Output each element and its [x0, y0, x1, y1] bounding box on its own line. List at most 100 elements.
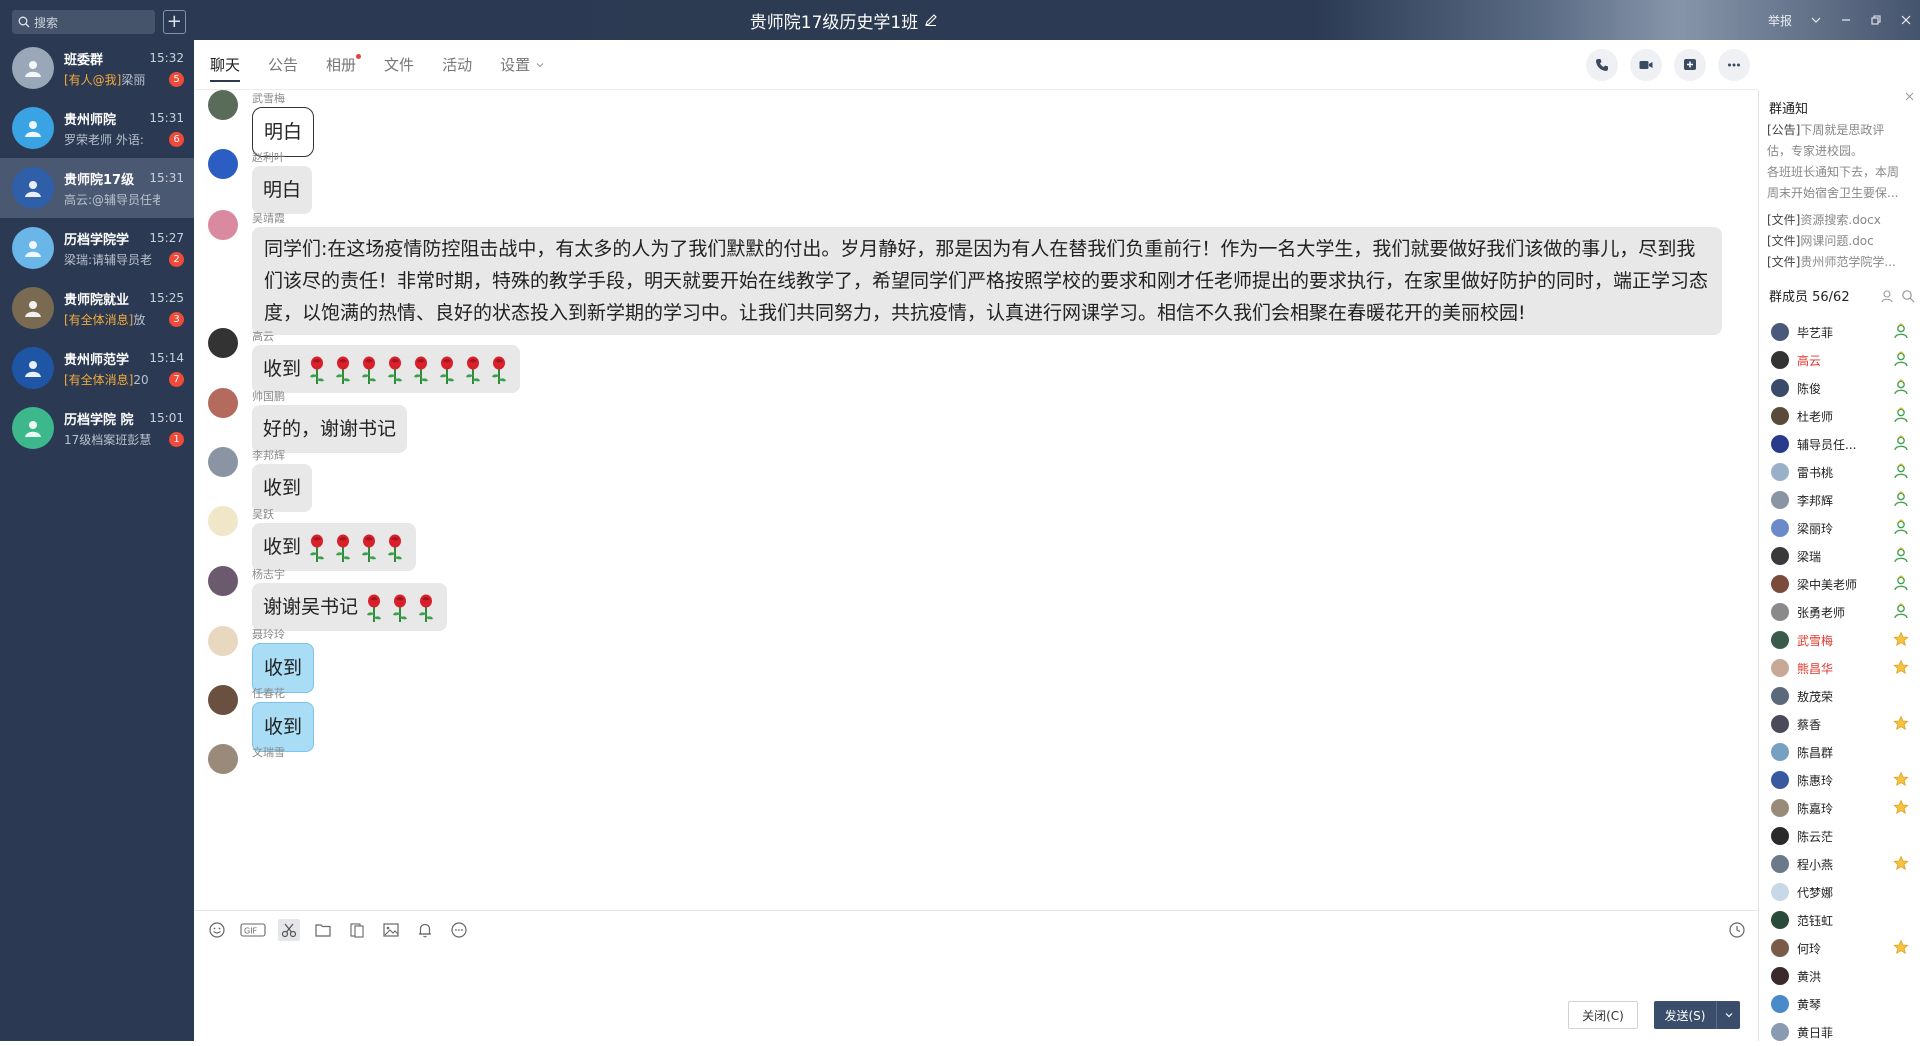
- screenshot-button[interactable]: [278, 919, 300, 941]
- restore-icon[interactable]: [1870, 14, 1882, 26]
- notice-file[interactable]: [文件]网课问题.doc: [1767, 231, 1915, 252]
- member-item[interactable]: 熊昌华: [1759, 654, 1920, 682]
- collapse-panel-button[interactable]: [1905, 90, 1914, 104]
- member-item[interactable]: 辅导员任...: [1759, 430, 1920, 458]
- sender-avatar[interactable]: [208, 210, 238, 240]
- sender-avatar[interactable]: [208, 447, 238, 477]
- tab-activity[interactable]: 活动: [442, 40, 472, 90]
- close-icon[interactable]: [1900, 14, 1912, 26]
- sender-avatar[interactable]: [208, 744, 238, 774]
- sender-avatar[interactable]: [208, 566, 238, 596]
- conversation-item[interactable]: 历档学院 院 15:01 17级档案班彭慧 1: [0, 398, 194, 458]
- member-item[interactable]: 何玲: [1759, 934, 1920, 962]
- member-list[interactable]: 毕艺菲 高云 陈俊 杜老师 辅导员任... 雷书桃 李邦辉 梁丽玲 梁瑞 梁中美…: [1759, 318, 1920, 1046]
- more-button[interactable]: [1718, 49, 1750, 81]
- sender-name[interactable]: 吴跃: [252, 506, 274, 522]
- tab-album[interactable]: 相册: [326, 40, 362, 90]
- message-bubble[interactable]: 收到: [252, 523, 417, 571]
- file-button[interactable]: [312, 919, 334, 941]
- sender-avatar[interactable]: [208, 685, 238, 715]
- member-item[interactable]: 陈俊: [1759, 374, 1920, 402]
- add-app-button[interactable]: [1674, 49, 1706, 81]
- notice-file[interactable]: [文件]贵州师范学院学...: [1767, 252, 1915, 273]
- close-button[interactable]: 关闭(C): [1568, 1001, 1638, 1029]
- tab-files[interactable]: 文件: [384, 40, 414, 90]
- member-item[interactable]: 代梦娜: [1759, 878, 1920, 906]
- notice-file[interactable]: [文件]资源搜索.docx: [1767, 210, 1915, 231]
- member-item[interactable]: 梁瑞: [1759, 542, 1920, 570]
- more-tools-button[interactable]: [448, 919, 470, 941]
- sender-avatar[interactable]: [208, 626, 238, 656]
- member-item[interactable]: 陈云茫: [1759, 822, 1920, 850]
- member-item[interactable]: 张勇老师: [1759, 598, 1920, 626]
- sender-name[interactable]: 帅国鹏: [252, 388, 285, 404]
- member-item[interactable]: 李邦辉: [1759, 486, 1920, 514]
- sender-avatar[interactable]: [208, 149, 238, 179]
- sender-name[interactable]: 吴靖霞: [252, 210, 285, 226]
- tab-settings[interactable]: 设置: [500, 40, 545, 90]
- member-item[interactable]: 陈昌群: [1759, 738, 1920, 766]
- member-item[interactable]: 高云: [1759, 346, 1920, 374]
- member-item[interactable]: 程小燕: [1759, 850, 1920, 878]
- member-item[interactable]: 毕艺菲: [1759, 318, 1920, 346]
- member-item[interactable]: 武雪梅: [1759, 626, 1920, 654]
- member-item[interactable]: 梁中美老师: [1759, 570, 1920, 598]
- add-button[interactable]: +: [162, 10, 186, 34]
- member-item[interactable]: 敖茂荣: [1759, 682, 1920, 710]
- member-item[interactable]: 蔡香: [1759, 710, 1920, 738]
- sender-name[interactable]: 杨志宇: [252, 566, 285, 582]
- sender-name[interactable]: 任春花: [252, 685, 285, 701]
- sender-avatar[interactable]: [208, 328, 238, 358]
- member-item[interactable]: 黄日菲: [1759, 1018, 1920, 1046]
- message-bubble[interactable]: 好的，谢谢书记: [252, 405, 408, 453]
- sender-name[interactable]: 文瑞雪: [252, 744, 285, 760]
- send-button[interactable]: 发送(S): [1654, 1001, 1740, 1029]
- member-item[interactable]: 陈惠玲: [1759, 766, 1920, 794]
- member-item[interactable]: 陈嘉玲: [1759, 794, 1920, 822]
- message-bubble[interactable]: 同学们:在这场疫情防控阻击战中，有太多的人为了我们默默的付出。岁月静好，那是因为…: [252, 227, 1722, 335]
- video-call-button[interactable]: [1630, 49, 1662, 81]
- invite-member-icon[interactable]: [1881, 289, 1895, 303]
- notify-button[interactable]: [414, 919, 436, 941]
- tab-chat[interactable]: 聊天: [210, 40, 241, 90]
- member-item[interactable]: 黄洪: [1759, 962, 1920, 990]
- conversation-item[interactable]: 历档学院学 15:27 梁瑞:请辅导员老 2: [0, 218, 194, 278]
- sender-name[interactable]: 赵利叶: [252, 149, 285, 165]
- tab-announcement[interactable]: 公告: [268, 40, 298, 90]
- message-history-button[interactable]: [1728, 921, 1746, 943]
- gif-button[interactable]: GIF: [240, 919, 266, 941]
- member-item[interactable]: 杜老师: [1759, 402, 1920, 430]
- member-item[interactable]: 范钰虹: [1759, 906, 1920, 934]
- conversation-item[interactable]: 班委群 15:32 [有人@我]梁丽 5: [0, 38, 194, 98]
- sender-name[interactable]: 李邦辉: [252, 447, 285, 463]
- message-list[interactable]: 武雪梅 明白 赵利叶 明白 吴靖霞 同学们:在这场疫情防控阻击战中，有太多的人为…: [194, 90, 1758, 910]
- member-item[interactable]: 黄琴: [1759, 990, 1920, 1018]
- message-bubble[interactable]: 明白: [252, 166, 313, 214]
- sender-name[interactable]: 高云: [252, 328, 274, 344]
- sender-name[interactable]: 聂玲玲: [252, 626, 285, 642]
- screen-share-button[interactable]: [346, 919, 368, 941]
- voice-call-button[interactable]: [1586, 49, 1618, 81]
- report-button[interactable]: 举报: [1768, 12, 1792, 29]
- message-bubble[interactable]: 收到: [252, 464, 313, 512]
- chevron-down-icon[interactable]: [1810, 14, 1822, 26]
- notice-body[interactable]: [公告]下周就是思政评 估，专家进校园。 各班班长通知下去，本周 周末开始宿舍卫…: [1767, 120, 1915, 273]
- conversation-item[interactable]: 贵师院17级 15:31 高云:@辅导员任老师: [0, 158, 194, 218]
- sender-avatar[interactable]: [208, 388, 238, 418]
- sender-avatar[interactable]: [208, 90, 238, 120]
- message-bubble[interactable]: 谢谢吴书记: [252, 583, 448, 631]
- conversation-item[interactable]: 贵师院就业 15:25 [有全体消息]放 3: [0, 278, 194, 338]
- conversation-item[interactable]: 贵州师院 15:31 罗荣老师 外语: 6: [0, 98, 194, 158]
- member-item[interactable]: 雷书桃: [1759, 458, 1920, 486]
- image-button[interactable]: [380, 919, 402, 941]
- sender-avatar[interactable]: [208, 506, 238, 536]
- search-icon[interactable]: [1901, 289, 1915, 303]
- search-input[interactable]: 搜索: [12, 10, 155, 34]
- message-bubble[interactable]: 收到: [252, 345, 521, 393]
- sender-name[interactable]: 武雪梅: [252, 90, 285, 106]
- send-options-button[interactable]: [1716, 1001, 1740, 1029]
- emoji-button[interactable]: [206, 919, 228, 941]
- minimize-icon[interactable]: [1840, 14, 1852, 26]
- conversation-item[interactable]: 贵州师范学 15:14 [有全体消息]20 7: [0, 338, 194, 398]
- member-item[interactable]: 梁丽玲: [1759, 514, 1920, 542]
